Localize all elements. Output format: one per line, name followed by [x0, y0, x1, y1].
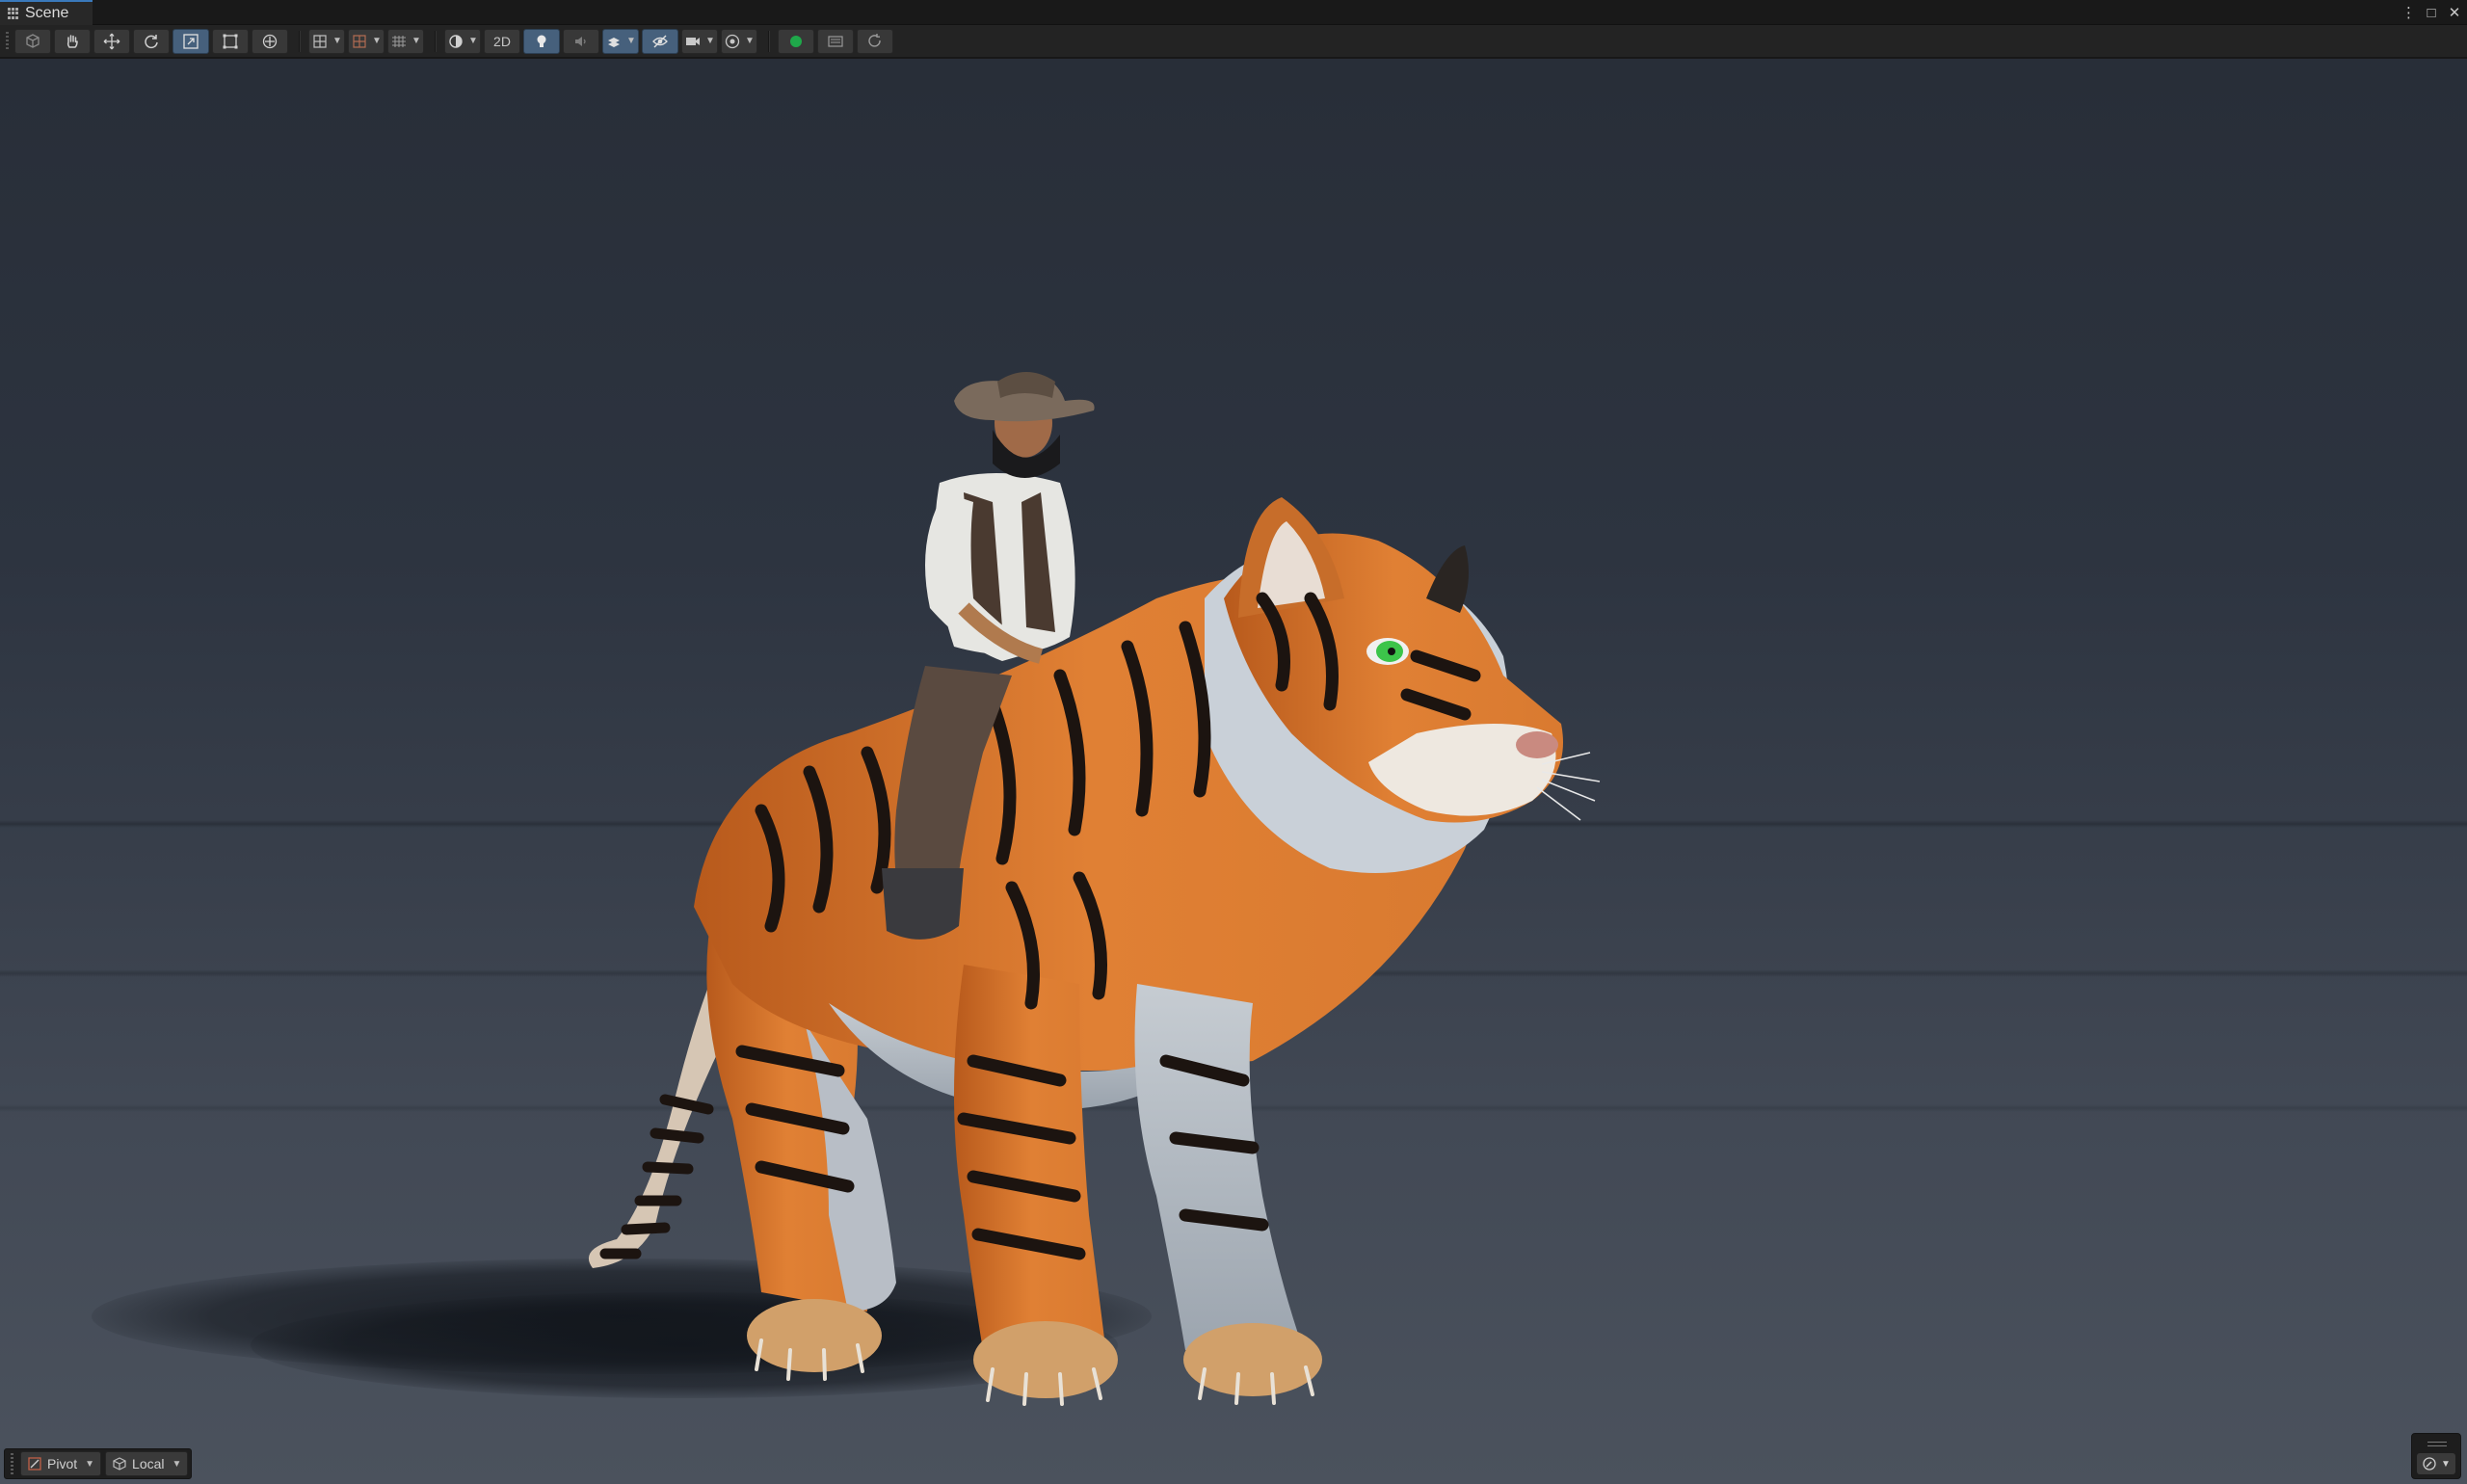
grid-visibility-dropdown[interactable]: ▼	[387, 28, 424, 54]
scene-toolbar: ▼ ▼ ▼ ▼ 2D ▼ ▼ ▼	[0, 25, 2467, 58]
tiger-rider-model[interactable]	[0, 59, 2467, 1484]
pivot-mode-dropdown[interactable]: Pivot ▼	[20, 1451, 102, 1476]
gizmos-dropdown[interactable]: ▼	[721, 28, 757, 54]
effects-icon	[608, 37, 621, 47]
chevron-down-icon: ▼	[2441, 1458, 2451, 1470]
window-controls: ⋮ □ ✕	[2401, 2, 2461, 23]
playmode-tint-button[interactable]	[778, 28, 814, 54]
overlay-handle-icon[interactable]	[2427, 1442, 2447, 1446]
pivot-label: Pivot	[47, 1456, 78, 1471]
hand-icon	[66, 34, 78, 48]
toolbar-separator	[299, 30, 301, 52]
audio-icon	[575, 36, 586, 46]
hidden-objects-toggle[interactable]	[642, 28, 678, 54]
toolbar-grip[interactable]	[6, 31, 9, 51]
camera-dropdown[interactable]: ▼	[681, 28, 718, 54]
pivot-icon	[28, 1457, 41, 1471]
local-label: Local	[132, 1456, 165, 1471]
chevron-down-icon: ▼	[172, 1458, 182, 1470]
shading-sphere-icon	[449, 34, 463, 48]
grid-icon	[392, 35, 407, 47]
rect-icon	[223, 34, 238, 48]
camera-icon	[686, 37, 701, 45]
move-arrows-icon	[103, 33, 120, 49]
green-dot-icon	[790, 35, 802, 47]
lighting-toggle-button[interactable]	[523, 28, 560, 54]
rotate-icon	[145, 34, 158, 48]
toggle-2d-label: 2D	[493, 33, 511, 49]
overlay-menu-button[interactable]	[817, 28, 854, 54]
compass-icon	[2423, 1457, 2436, 1471]
scale-icon	[183, 33, 199, 49]
chevron-down-icon: ▼	[626, 36, 636, 46]
overlay-grip[interactable]	[11, 1453, 13, 1474]
chevron-down-icon: ▼	[372, 36, 382, 46]
transform-icon	[262, 34, 278, 48]
orientation-dropdown[interactable]: ▼	[2417, 1453, 2455, 1474]
increment-snap-icon	[353, 34, 366, 48]
shading-mode-dropdown[interactable]: ▼	[444, 28, 481, 54]
hand-tool-button[interactable]	[54, 28, 91, 54]
tab-scene-label: Scene	[25, 5, 69, 21]
window-tab-strip: Scene ⋮ □ ✕	[0, 0, 2467, 25]
grid-snap-dropdown[interactable]: ▼	[308, 28, 345, 54]
effects-dropdown[interactable]: ▼	[602, 28, 639, 54]
chevron-down-icon: ▼	[411, 36, 421, 46]
view-tool-button[interactable]	[14, 28, 51, 54]
toolbar-separator	[435, 30, 437, 52]
refresh-button[interactable]	[857, 28, 893, 54]
tab-scene[interactable]: Scene	[0, 0, 93, 25]
toggle-2d-button[interactable]: 2D	[484, 28, 520, 54]
cube-icon	[26, 33, 40, 48]
chevron-down-icon: ▼	[745, 36, 755, 46]
toolbar-separator	[768, 30, 770, 52]
chevron-down-icon: ▼	[85, 1458, 95, 1470]
lightbulb-icon	[537, 35, 546, 47]
scene-grid-icon	[8, 8, 19, 19]
overlay-panel-icon	[828, 35, 843, 47]
maximize-icon[interactable]: □	[2425, 6, 2438, 20]
refresh-icon	[868, 33, 881, 47]
close-icon[interactable]: ✕	[2448, 6, 2461, 20]
eye-slash-icon	[652, 35, 668, 47]
chevron-down-icon: ▼	[332, 36, 342, 46]
scale-tool-button[interactable]	[172, 28, 209, 54]
grid-snap-icon	[313, 34, 327, 48]
scene-orientation-overlay: ▼	[2411, 1433, 2461, 1479]
rotate-tool-button[interactable]	[133, 28, 170, 54]
more-menu-icon[interactable]: ⋮	[2401, 6, 2416, 20]
increment-snap-dropdown[interactable]: ▼	[348, 28, 385, 54]
chevron-down-icon: ▼	[468, 36, 478, 46]
transform-tool-button[interactable]	[252, 28, 288, 54]
chevron-down-icon: ▼	[705, 36, 715, 46]
move-tool-button[interactable]	[93, 28, 130, 54]
gizmo-globe-icon	[725, 34, 740, 48]
scene-viewport[interactable]	[0, 59, 2467, 1484]
audio-toggle-button[interactable]	[563, 28, 599, 54]
rect-tool-button[interactable]	[212, 28, 249, 54]
tool-settings-overlay: Pivot ▼ Local ▼	[4, 1448, 193, 1479]
local-cube-icon	[113, 1457, 126, 1471]
local-mode-dropdown[interactable]: Local ▼	[105, 1451, 189, 1476]
